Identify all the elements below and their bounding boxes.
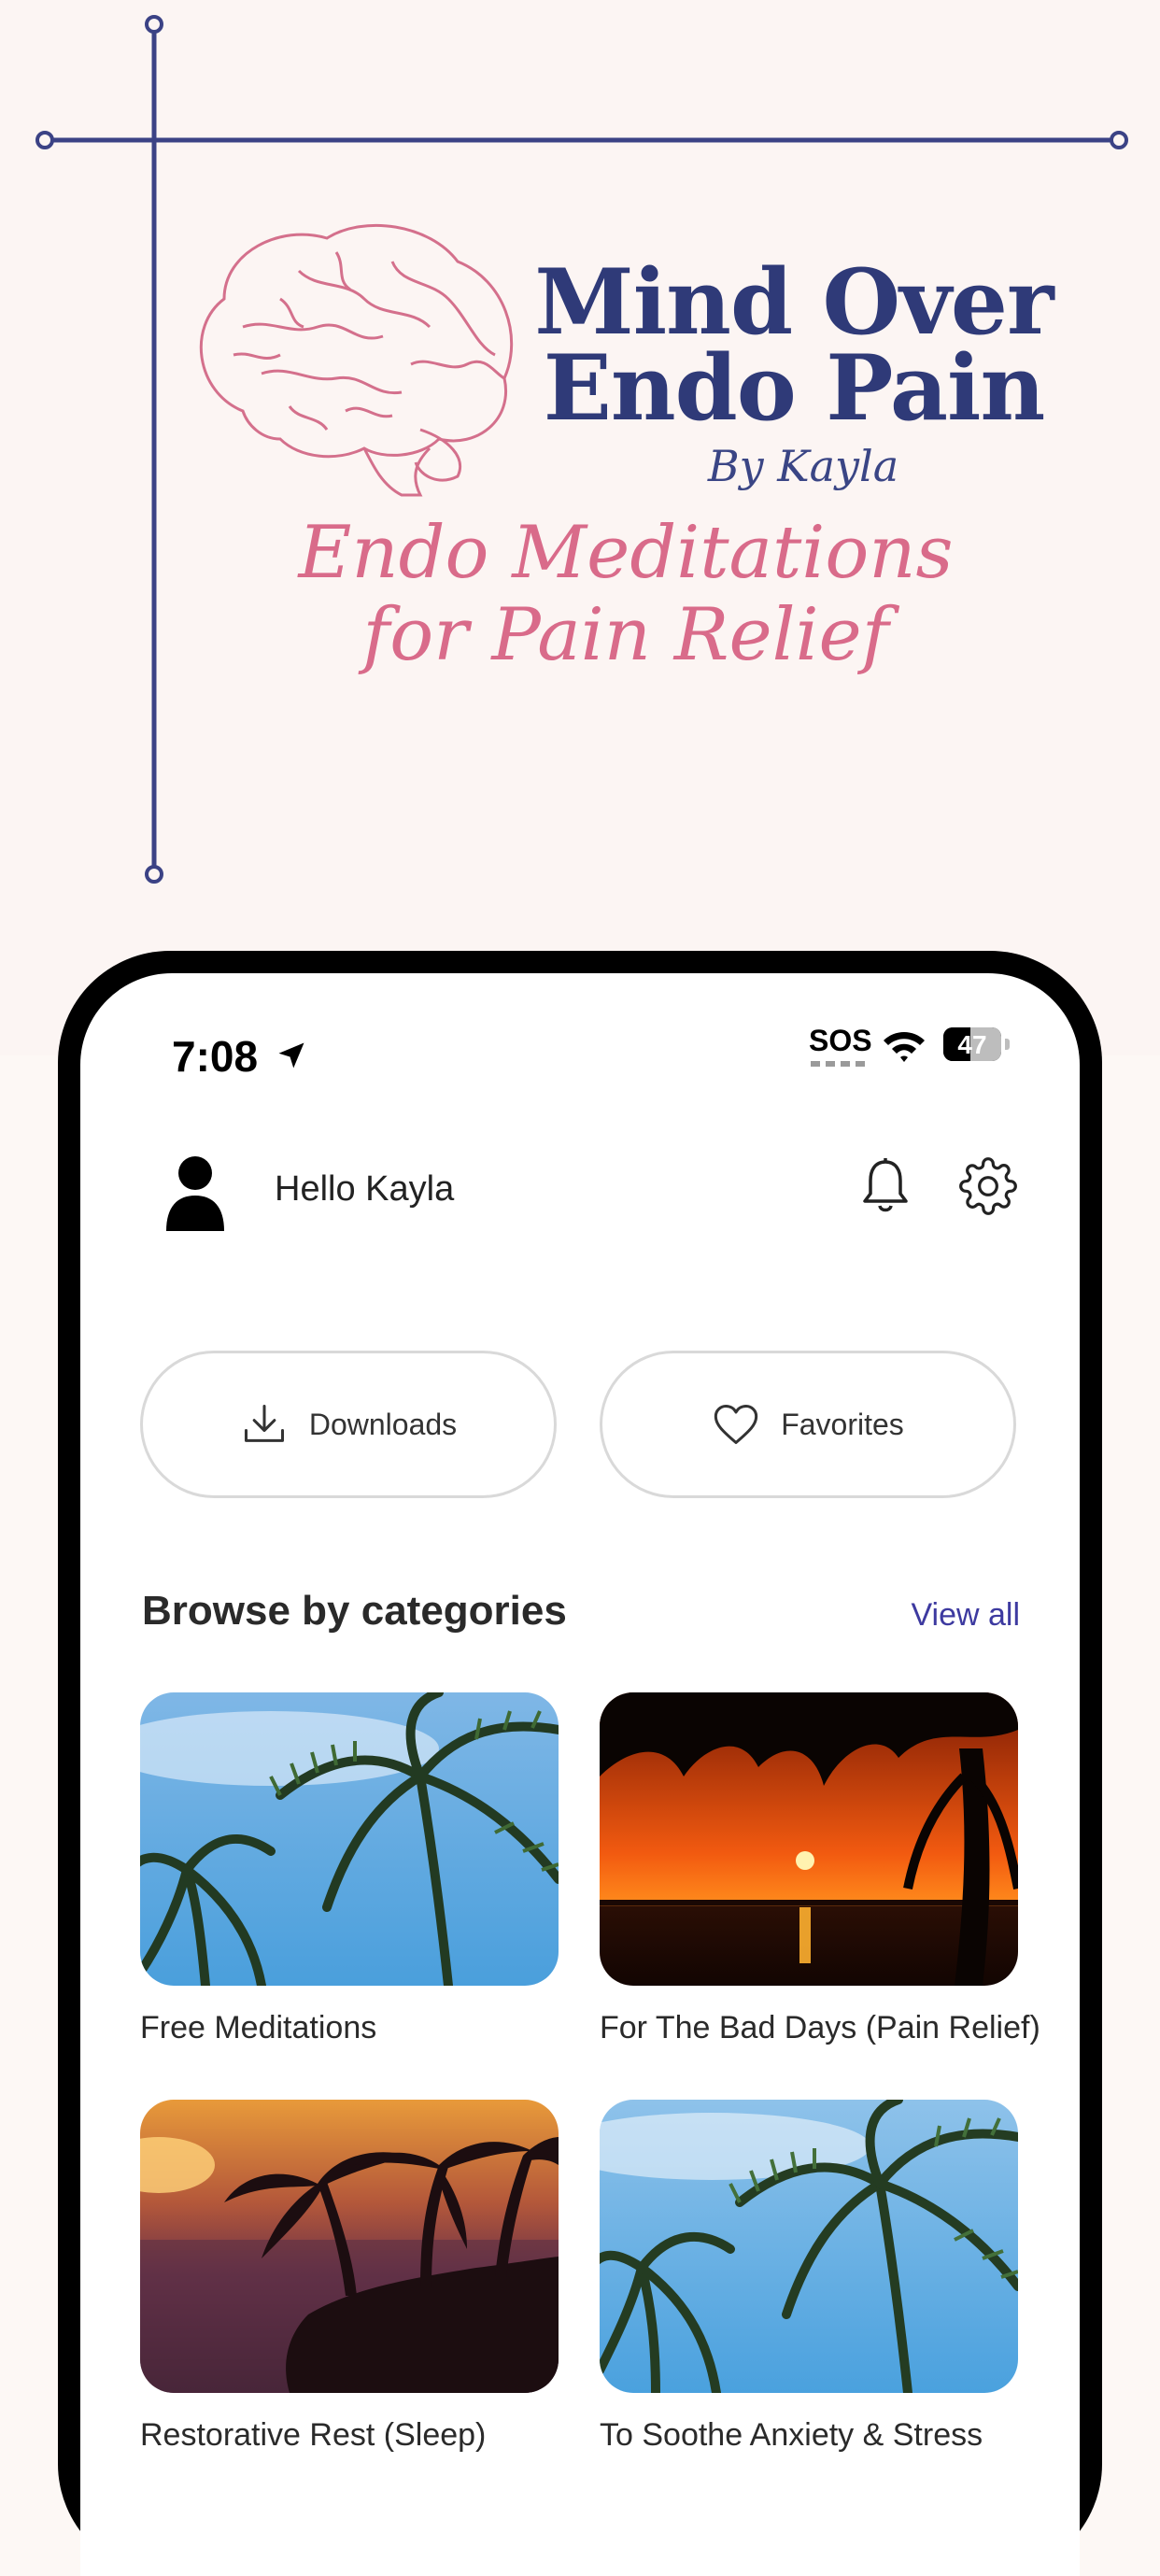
category-label: Restorative Rest (Sleep)	[140, 2417, 487, 2453]
favorites-button[interactable]: Favorites	[600, 1351, 1016, 1498]
category-card-anxiety-stress[interactable]: To Soothe Anxiety & Stress	[600, 2100, 1018, 2454]
tagline: Endo Meditations for Pain Relief	[215, 512, 1037, 676]
tagline-line2: for Pain Relief	[362, 593, 889, 677]
category-label: Free Meditations	[140, 2010, 377, 2045]
user-avatar-icon[interactable]	[159, 1153, 232, 1231]
bell-icon[interactable]	[857, 1156, 913, 1216]
signal-dots-icon	[811, 1061, 865, 1067]
decorative-lines	[35, 15, 1128, 884]
view-all-link[interactable]: View all	[911, 1597, 1020, 1634]
battery-icon: 47	[943, 1027, 1001, 1061]
brand-title-line2: Endo Pain	[543, 335, 1046, 441]
category-image	[140, 2100, 559, 2393]
sos-indicator: SOS	[809, 1024, 872, 1057]
status-time: 7:08	[172, 1032, 259, 1081]
phone-frame: 7:08 SOS 47 Hello Kayla Downloads Favori…	[58, 951, 1102, 2576]
downloads-label: Downloads	[308, 1407, 458, 1441]
category-card-bad-days[interactable]: For The Bad Days (Pain Relief)	[600, 1692, 1040, 2046]
categories-heading: Browse by categories	[142, 1588, 567, 1634]
favorites-label: Favorites	[781, 1407, 904, 1441]
battery-cap	[1005, 1039, 1010, 1050]
download-icon	[244, 1404, 284, 1442]
category-image	[600, 1692, 1018, 1986]
tagline-line1: Endo Meditations	[298, 511, 954, 595]
greeting-text: Hello Kayla	[275, 1169, 455, 1209]
category-card-restorative-rest[interactable]: Restorative Rest (Sleep)	[140, 2100, 559, 2454]
category-label: For The Bad Days (Pain Relief)	[600, 2010, 1040, 2045]
location-arrow-icon	[278, 1042, 304, 1069]
heart-icon	[714, 1404, 758, 1445]
brain-logo-icon	[199, 223, 514, 497]
battery-level: 47	[957, 1030, 987, 1059]
promo-banner: Mind Over Endo Pain By Kayla Endo Medita…	[0, 0, 1160, 1055]
brand-title-line1: Mind Over	[534, 249, 1054, 355]
app-screen: 7:08 SOS 47 Hello Kayla Downloads Favori…	[80, 973, 1080, 2576]
downloads-button[interactable]: Downloads	[140, 1351, 557, 1498]
category-image	[140, 1692, 559, 1986]
wifi-icon	[884, 1032, 925, 1062]
category-image	[600, 2100, 1018, 2393]
settings-gear-icon[interactable]	[958, 1156, 1018, 1216]
category-label: To Soothe Anxiety & Stress	[600, 2417, 983, 2453]
brand-byline: By Kayla	[707, 441, 899, 491]
category-card-free-meditations[interactable]: Free Meditations	[140, 1692, 559, 2046]
brand-title: Mind Over Endo Pain	[523, 249, 1065, 441]
